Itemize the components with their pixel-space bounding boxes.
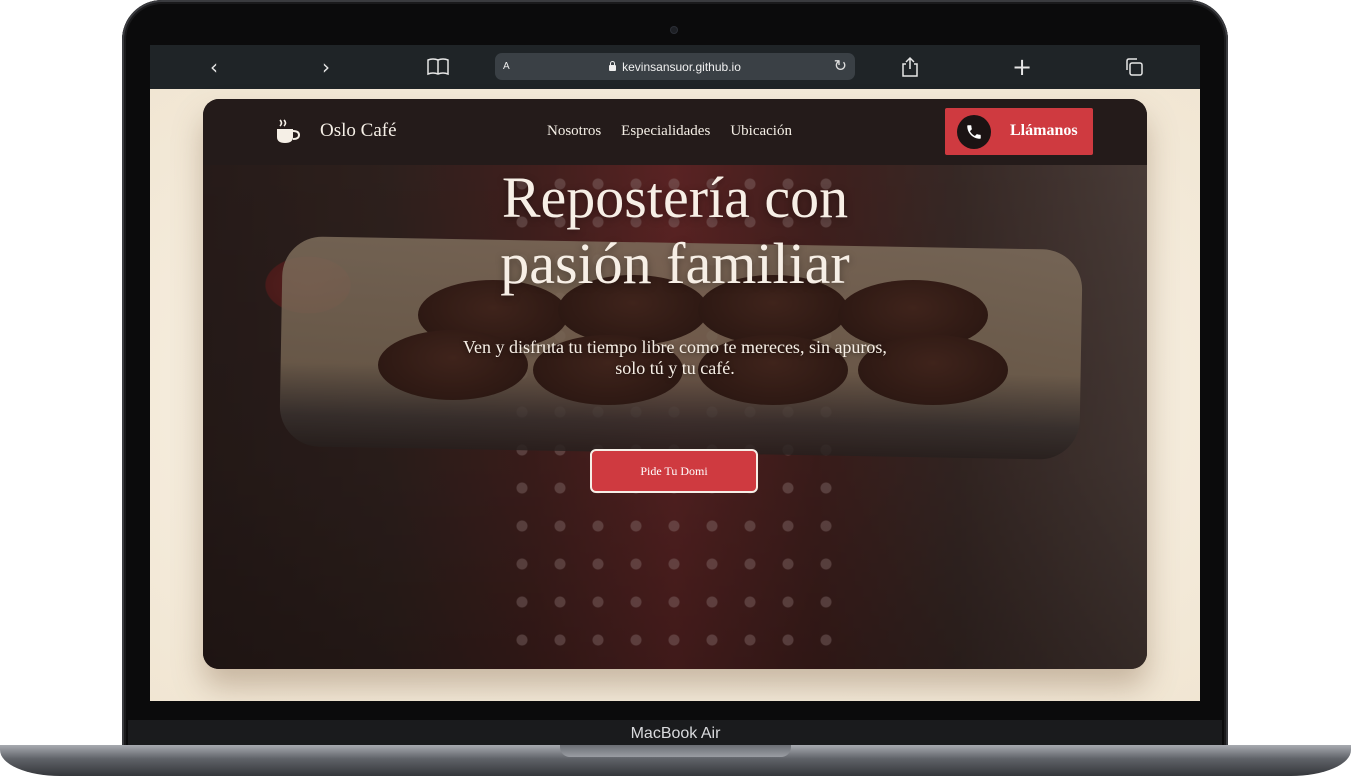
site-navbar: Oslo Café Nosotros Especialidades Ubicac… [203,99,1147,165]
reader-icon[interactable]: A [503,61,510,72]
nav-link-ubicacion[interactable]: Ubicación [730,123,792,140]
lock-icon [609,60,617,71]
brand-name[interactable]: Oslo Café [320,120,397,142]
call-button-label: Llámanos [1010,122,1078,139]
nav-link-nosotros[interactable]: Nosotros [547,123,601,140]
back-icon[interactable]: ‹ [200,55,228,79]
phone-icon [957,115,991,149]
coffee-cup-icon[interactable] [275,119,301,145]
camera [670,26,678,34]
hero-card: Oslo Café Nosotros Especialidades Ubicac… [203,99,1147,669]
url-text: kevinsansuor.github.io [622,59,741,74]
reload-icon[interactable]: ↻ [834,56,847,75]
nav-links: Nosotros Especialidades Ubicación [547,123,792,140]
hero-subtitle: Ven y disfruta tu tiempo libre como te m… [463,337,887,378]
hero-title: Repostería con pasión familiar [203,165,1147,297]
laptop-notch [560,745,791,757]
webpage: Oslo Café Nosotros Especialidades Ubicac… [150,89,1200,701]
call-button[interactable]: Llámanos [945,108,1093,155]
order-button[interactable]: Pide Tu Domi [590,449,758,493]
hero-title-line-1: Repostería con [501,165,849,230]
url-bar[interactable]: A kevinsansuor.github.io ↻ [495,53,855,80]
browser-toolbar: ‹ › A kevinsansuor.github.io ↻ + [150,45,1200,89]
forward-icon[interactable]: › [312,55,340,79]
screen: ‹ › A kevinsansuor.github.io ↻ + Oslo Ca… [150,45,1200,701]
tabs-icon[interactable] [1120,55,1148,79]
bookmarks-icon[interactable] [424,55,452,79]
hero-title-line-2: pasión familiar [500,231,850,296]
device-label: MacBook Air [630,725,721,742]
nav-link-especialidades[interactable]: Especialidades [621,123,710,140]
share-icon[interactable] [896,55,924,79]
new-tab-icon[interactable]: + [1008,53,1036,81]
